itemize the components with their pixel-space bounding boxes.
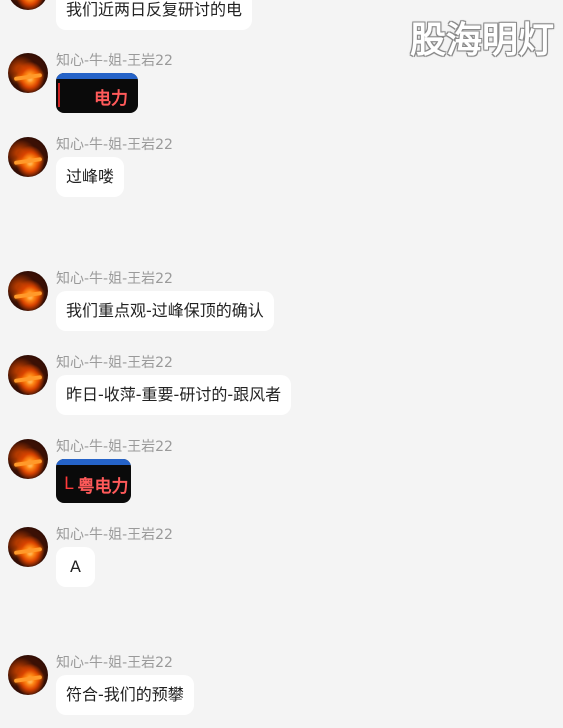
avatar[interactable] [8,439,48,479]
ticker-prefix: L [64,474,74,494]
sender-name: 知心-牛-姐-王岩22 [56,527,173,543]
sender-name: 知心-牛-姐-王岩22 [56,655,173,671]
message-bubble: 过峰喽 [56,157,125,197]
sender-name: 知心-牛-姐-王岩22 [56,53,173,69]
avatar[interactable] [8,527,48,567]
watermark: 股海明灯 [410,20,555,61]
avatar[interactable] [8,53,48,93]
sender-name: 知心-牛-姐-王岩22 [56,439,173,455]
image-message[interactable]: L 粤电力 [56,459,131,503]
avatar[interactable] [8,137,48,177]
image-message[interactable]: 电力 [56,73,138,113]
avatar[interactable] [8,271,48,311]
avatar[interactable] [8,355,48,395]
avatar[interactable] [8,655,48,695]
message-bubble: 我们近两日反复研讨的电 [56,0,253,30]
ticker-text: 电力 [94,88,128,109]
message-bubble: 符合-我们的预攀 [56,675,194,715]
message-bubble: 我们重点观-过峰保顶的确认 [56,291,274,331]
sender-name: 知心-牛-姐-王岩22 [56,355,173,371]
ticker-text: 粤电力 [77,476,129,497]
sender-name: 知心-牛-姐-王岩22 [56,271,173,287]
stock-ticker-label: 电力 [56,79,138,113]
stock-ticker-label: L 粤电力 [56,465,131,503]
avatar[interactable] [8,0,48,10]
message-bubble: A [56,547,95,587]
sender-name: 知心-牛-姐-王岩22 [56,137,173,153]
message-bubble: 昨日-收萍-重要-研讨的-跟风者 [56,375,292,415]
